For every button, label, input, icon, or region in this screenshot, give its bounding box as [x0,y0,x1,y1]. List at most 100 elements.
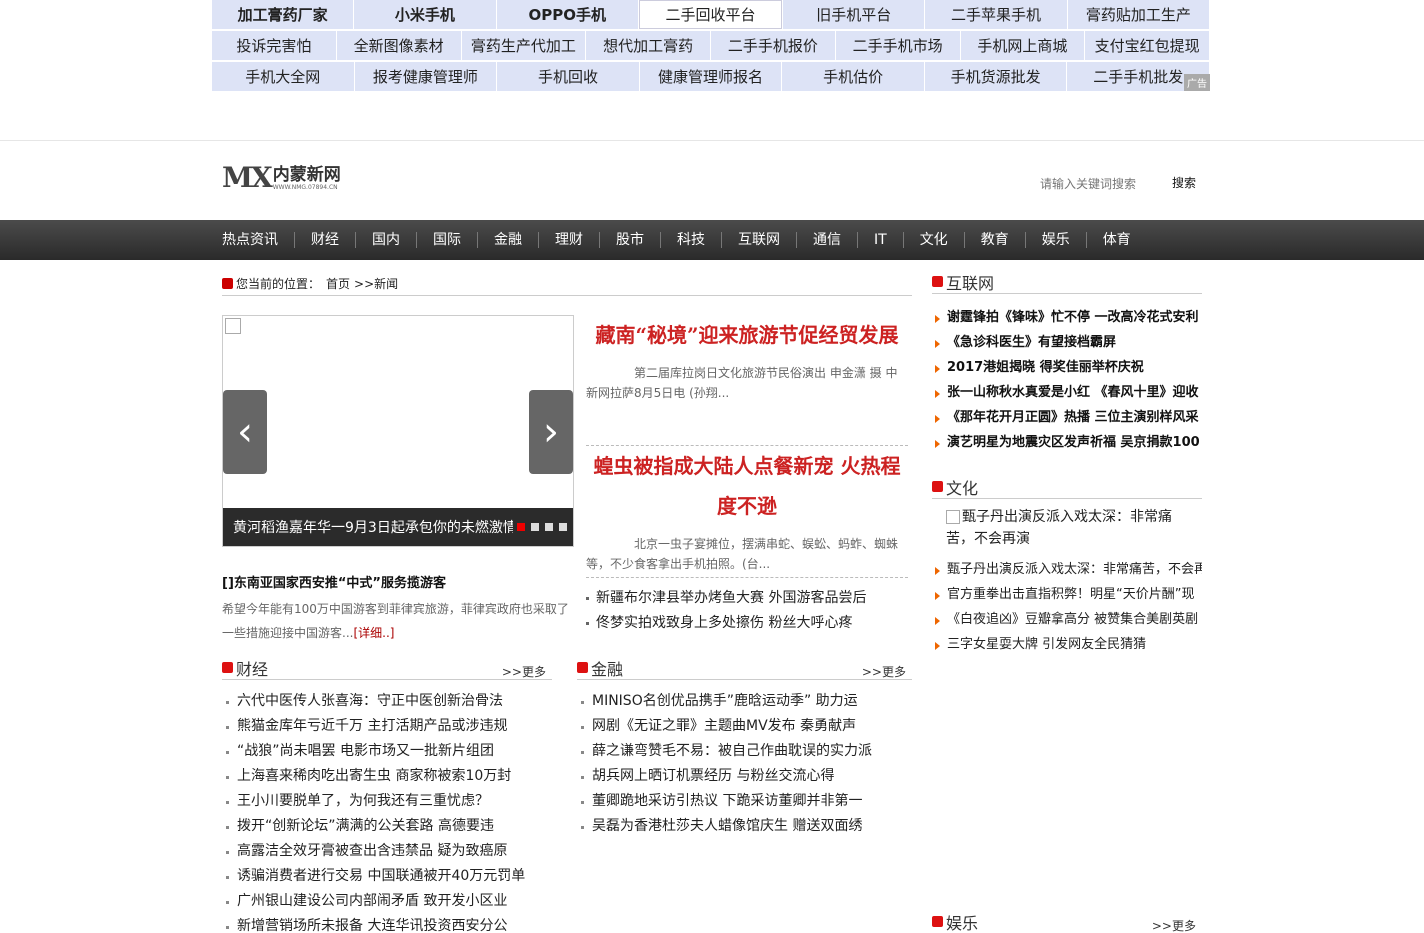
news-item[interactable]: 《那年花开月正圆》热播 三位主演别样风采 [932,405,1202,430]
news-item[interactable]: 熊猫金库年亏近千万 主打活期产品或涉违规 [222,714,552,739]
nav-item[interactable]: 教育 [965,232,1026,248]
slider-caption[interactable]: 黄河稻渔嘉年华一9月3日起承包你的未燃激情 [233,517,513,537]
ad-link[interactable]: 支付宝红包提现 [1085,31,1209,60]
ad-link[interactable]: 二手手机市场 [835,31,960,60]
ad-link[interactable]: 手机网上商城 [960,31,1085,60]
section-title-entertainment: 娱乐 [946,913,979,933]
section-title-culture: 文化 [946,478,979,498]
ad-link[interactable]: 手机货源批发 [924,62,1067,91]
ad-link[interactable]: 加工膏药厂家 [212,0,354,29]
nav-item[interactable]: IT [858,232,904,248]
news-item[interactable]: 官方重拳出击直指积弊！明星“天价片酬”现 [932,582,1202,607]
news-item[interactable]: 网剧《无证之罪》主题曲MV发布 秦勇献声 [577,714,912,739]
ad-link[interactable]: 手机估价 [782,62,924,91]
feature-title-1[interactable]: 藏南“秘境”迎来旅游节促经贸发展 [586,315,908,355]
news-item[interactable]: 拨开“创新论坛”满满的公关套路 高德要违 [222,814,552,839]
culture-news-list: 甄子丹出演反派入戏太深：非常痛苦，不会再 官方重拳出击直指积弊！明星“天价片酬”现… [932,557,1202,657]
slider-dot[interactable] [559,523,567,531]
left-story-headline[interactable]: []东南亚国家西安推“中式”服务揽游客 [222,572,446,591]
site-logo[interactable]: MX 内蒙新网 WWW.NMG.07894.CN [222,164,341,192]
news-item[interactable]: 广州银山建设公司内部闹矛盾 致开发小区业 [222,889,552,914]
mid-news-list: 新疆布尔津县举办烤鱼大赛 外国游客品尝后 佟梦实拍戏致身上多处擦伤 粉丝大呼心疼 [586,586,908,636]
ad-link[interactable]: 报考健康管理师 [354,62,497,91]
breadcrumb-current[interactable]: 新闻 [374,275,398,292]
news-item[interactable]: 佟梦实拍戏致身上多处擦伤 粉丝大呼心疼 [586,611,908,636]
news-item[interactable]: 上海喜来稀肉吃出寄生虫 商家称被索10万封 [222,764,552,789]
ad-link[interactable]: 膏药贴加工生产 [1067,0,1209,29]
news-item[interactable]: 王小川要脱单了，为何我还有三重忧虑？ [222,789,552,814]
section-finance-header: 财经 >>更多 [222,656,552,680]
news-item[interactable]: 吴磊为香港杜莎夫人蜡像馆庆生 赠送双面绣 [577,814,912,839]
ad-link[interactable]: 健康管理师报名 [639,62,782,91]
ad-link[interactable]: 二手手机报价 [711,31,835,60]
banking-more-link[interactable]: >>更多 [862,663,906,680]
section-icon [932,481,943,492]
ad-link[interactable]: 膏药生产代加工 [461,31,586,60]
slider-next-button[interactable]: › [529,390,573,474]
nav-item[interactable]: 科技 [661,232,722,248]
nav-item[interactable]: 娱乐 [1026,232,1087,248]
nav-item[interactable]: 国内 [356,232,417,248]
search-input[interactable] [1040,174,1160,194]
culture-feature-link[interactable]: 甄子丹出演反派入戏太深：非常痛苦，不会再演 [946,506,1196,550]
section-icon [932,276,943,287]
section-internet-header: 互联网 [932,270,1202,294]
nav-item[interactable]: 理财 [539,232,600,248]
news-item[interactable]: 三字女星耍大牌 引发网友全民猜猜 [932,632,1202,657]
header-divider [0,140,1424,141]
slider-dot[interactable] [545,523,553,531]
left-story-summary: 希望今年能有100万中国游客到菲律宾旅游，菲律宾政府也采取了一些措施迎接中国游客… [222,597,572,645]
nav-item[interactable]: 国际 [417,232,478,248]
ad-link[interactable]: 小米手机 [354,0,496,29]
ad-link[interactable]: 二手苹果手机 [925,0,1067,29]
slider-dot[interactable] [531,523,539,531]
news-item[interactable]: 演艺明星为地震灾区发声祈福 吴京捐款100 [932,430,1202,455]
news-item[interactable]: MINISO名创优品携手”鹿晗运动季” 助力运 [577,689,912,714]
ad-row-2: 投诉完害怕 全新图像素材 膏药生产代加工 想代加工膏药 二手手机报价 二手手机市场 手机网上… [212,31,1210,62]
ad-link[interactable]: 旧手机平台 [783,0,925,29]
ad-link[interactable]: 投诉完害怕 [212,31,336,60]
news-item[interactable]: 张一山称秋水真爱是小红 《春风十里》迎收 [932,380,1202,405]
nav-item[interactable]: 通信 [797,232,858,248]
ad-link[interactable]: 全新图像素材 [336,31,461,60]
news-item[interactable]: 新疆布尔津县举办烤鱼大赛 外国游客品尝后 [586,586,908,611]
ad-link[interactable]: 手机回收 [497,62,639,91]
nav-item[interactable]: 文化 [904,232,965,248]
news-item[interactable]: 《白夜追凶》豆瓣拿高分 被赞集合美剧英剧 [932,607,1202,632]
nav-item[interactable]: 金融 [478,232,539,248]
nav-item[interactable]: 体育 [1087,232,1147,248]
breadcrumb-home[interactable]: 首页 [326,275,350,292]
search-button[interactable]: 搜索 [1172,174,1196,191]
feature-desc-2: 北京一虫子宴摊位，摆满串蛇、蜈蚣、蚂蚱、蜘蛛等，不少食客拿出手机拍照。(台... [586,537,899,571]
slider-prev-button[interactable]: ‹ [223,390,267,474]
section-culture-header: 文化 [932,475,1202,499]
nav-item[interactable]: 互联网 [722,232,797,248]
feature-title-2[interactable]: 蝗虫被指成大陆人点餐新宠 火热程度不逊 [586,446,908,526]
news-item[interactable]: 董卿跪地采访引热议 下跪采访董卿并非第一 [577,789,912,814]
ad-link[interactable]: 二手回收平台 [638,0,783,29]
news-item[interactable]: 2017港姐揭晓 得奖佳丽举杯庆祝 [932,355,1202,380]
news-item[interactable]: 高露洁全效牙膏被查出含违禁品 疑为致癌原 [222,839,552,864]
ad-link[interactable]: 想代加工膏药 [586,31,710,60]
nav-item[interactable]: 财经 [295,232,356,248]
finance-more-link[interactable]: >>更多 [502,663,546,680]
news-item[interactable]: 诱骗消费者进行交易 中国联通被开40万元罚单 [222,864,552,889]
news-item[interactable]: 甄子丹出演反派入戏太深：非常痛苦，不会再 [932,557,1202,582]
breadcrumb: 您当前的位置： 首页 >> 新闻 [222,272,912,296]
ad-link[interactable]: OPPO手机 [496,0,638,29]
news-item[interactable]: “战狼”尚未唱罢 电影市场又一批新片组团 [222,739,552,764]
nav-item[interactable]: 股市 [600,232,661,248]
left-story-more-link[interactable]: [详细..] [353,626,394,640]
news-item[interactable]: 新增营销场所未报备 大连华讯投资西安分公 [222,914,552,933]
news-item[interactable]: 薛之谦弯赞毛不易：被自己作曲耽误的实力派 [577,739,912,764]
breadcrumb-prefix: 您当前的位置： [236,277,321,291]
news-item[interactable]: 谢霆锋拍《锋味》忙不停 一改高冷花式安利 [932,305,1202,330]
section-banking-header: 金融 >>更多 [577,656,912,680]
entertainment-more-link[interactable]: >>更多 [1152,917,1196,933]
ad-link[interactable]: 手机大全网 [212,62,354,91]
news-item[interactable]: 胡兵网上晒订机票经历 与粉丝交流心得 [577,764,912,789]
news-item[interactable]: 六代中医传人张喜海：守正中医创新治骨法 [222,689,552,714]
nav-item[interactable]: 热点资讯 [222,232,295,248]
news-item[interactable]: 《急诊科医生》有望接档霸屏 [932,330,1202,355]
slider-dot[interactable] [517,523,525,531]
